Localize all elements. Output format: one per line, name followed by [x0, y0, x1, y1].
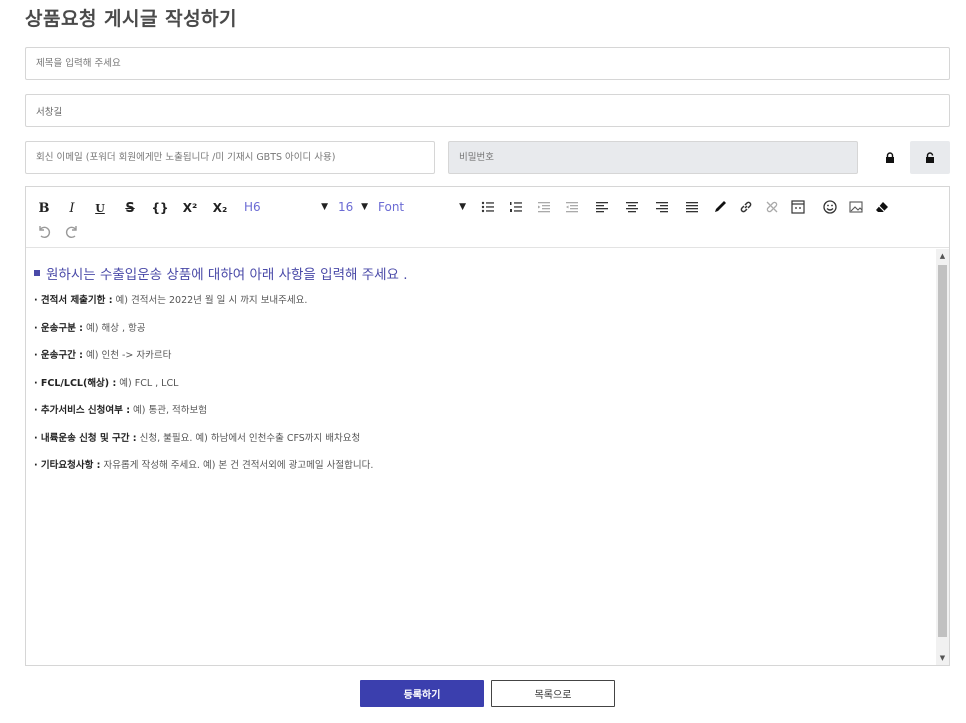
- unlink-icon[interactable]: [764, 199, 780, 215]
- undo-icon[interactable]: [36, 224, 52, 240]
- table-icon[interactable]: [790, 199, 806, 215]
- list-item: · 내륙운송 신청 및 구간 : 신청, 불필요. 예) 하남에서 인천수출 C…: [34, 431, 927, 459]
- content-heading: 원하시는 수출입운송 상품에 대하여 아래 사항을 입력해 주세요 .: [34, 263, 927, 283]
- chevron-down-icon: ▼: [321, 202, 328, 212]
- scroll-up-icon[interactable]: ▲: [936, 249, 949, 263]
- ordered-list-icon[interactable]: [508, 199, 524, 215]
- align-center-icon[interactable]: [624, 199, 640, 215]
- back-to-list-button[interactable]: 목록으로: [491, 680, 615, 707]
- rich-text-editor: B I U S {} X² X₂ H6 ▼ 16 ▼ Font ▼ 원하시는 수…: [25, 186, 950, 666]
- content-heading-text: 원하시는 수출입운송 상품에 대하여 아래 사항을 입력해 주세요 .: [46, 267, 408, 283]
- editor-content[interactable]: 원하시는 수출입운송 상품에 대하여 아래 사항을 입력해 주세요 . · 견적…: [26, 249, 935, 665]
- scrollbar-thumb[interactable]: [938, 265, 947, 637]
- line-label: · 내륙운송 신청 및 구간 :: [34, 432, 137, 444]
- line-text: 예) 통관, 적하보험: [130, 405, 207, 416]
- list-item: · 운송구간 : 예) 인천 -> 자카르타: [34, 348, 927, 376]
- outdent-icon[interactable]: [536, 199, 552, 215]
- list-item: · 운송구분 : 예) 해상 , 항공: [34, 321, 927, 349]
- line-text: 예) 견적서는 2022년 월 일 시 까지 보내주세요.: [112, 295, 308, 306]
- font-size-select[interactable]: 16 ▼: [338, 197, 368, 217]
- superscript-button[interactable]: X²: [180, 198, 200, 218]
- unlock-icon: [926, 152, 934, 163]
- chevron-down-icon: ▼: [361, 202, 368, 212]
- line-label: · FCL/LCL(해상) :: [34, 377, 117, 389]
- line-label: · 운송구분 :: [34, 322, 83, 334]
- unlock-button[interactable]: [910, 141, 950, 174]
- line-label: · 추가서비스 신청여부 :: [34, 405, 130, 416]
- editor-toolbar: B I U S {} X² X₂ H6 ▼ 16 ▼ Font ▼: [26, 187, 949, 248]
- eraser-icon[interactable]: [874, 199, 890, 215]
- link-icon[interactable]: [738, 199, 754, 215]
- align-right-icon[interactable]: [654, 199, 670, 215]
- line-label: · 견적서 제출기한 :: [34, 295, 113, 306]
- font-family-select-value: Font: [378, 200, 405, 214]
- list-item: · FCL/LCL(해상) : 예) FCL , LCL: [34, 376, 927, 404]
- bold-button[interactable]: B: [36, 198, 52, 218]
- line-text: 자유롭게 작성해 주세요. 예) 본 건 견적서외에 광고메일 사절합니다.: [100, 460, 374, 471]
- heading-select-value: H6: [244, 200, 261, 214]
- password-input[interactable]: [448, 141, 858, 174]
- scroll-down-icon[interactable]: ▼: [936, 651, 949, 665]
- line-text: 예) 인천 -> 자카르타: [82, 350, 172, 361]
- redo-icon[interactable]: [64, 224, 80, 240]
- list-item: · 추가서비스 신청여부 : 예) 통관, 적하보험: [34, 403, 927, 431]
- lock-icon: [886, 152, 894, 163]
- list-item: · 견적서 제출기한 : 예) 견적서는 2022년 월 일 시 까지 보내주세…: [34, 293, 927, 321]
- square-bullet-icon: [34, 270, 40, 276]
- underline-button[interactable]: U: [92, 198, 108, 218]
- heading-select[interactable]: H6 ▼: [244, 197, 328, 217]
- list-item: · 기타요청사항 : 자유롭게 작성해 주세요. 예) 본 건 견적서외에 광고…: [34, 458, 927, 486]
- line-label: · 운송구간 :: [34, 350, 83, 361]
- align-left-icon[interactable]: [594, 199, 610, 215]
- page-title: 상품요청 게시글 작성하기: [25, 8, 238, 30]
- line-text: 신청, 불필요. 예) 하남에서 인천수출 CFS까지 배차요청: [136, 432, 361, 444]
- color-picker-icon[interactable]: [712, 199, 728, 215]
- code-button[interactable]: {}: [151, 198, 169, 218]
- editor-scrollbar[interactable]: ▲ ▼: [936, 249, 949, 665]
- font-family-select[interactable]: Font ▼: [378, 197, 466, 217]
- strikethrough-button[interactable]: S: [122, 198, 138, 218]
- author-input[interactable]: [25, 94, 950, 127]
- line-text: 예) 해상 , 항공: [82, 322, 146, 334]
- submit-button[interactable]: 등록하기: [360, 680, 484, 707]
- bullet-list-icon[interactable]: [480, 199, 496, 215]
- align-justify-icon[interactable]: [684, 199, 700, 215]
- emoji-icon[interactable]: [822, 199, 838, 215]
- lock-button[interactable]: [870, 141, 910, 174]
- indent-icon[interactable]: [564, 199, 580, 215]
- title-input[interactable]: [25, 47, 950, 80]
- email-input[interactable]: [25, 141, 435, 174]
- line-text: 예) FCL , LCL: [116, 377, 179, 389]
- font-size-select-value: 16: [338, 200, 354, 214]
- subscript-button[interactable]: X₂: [210, 198, 230, 218]
- italic-button[interactable]: I: [64, 198, 80, 218]
- image-icon[interactable]: [848, 199, 864, 215]
- line-label: · 기타요청사항 :: [34, 460, 101, 471]
- chevron-down-icon: ▼: [459, 202, 466, 212]
